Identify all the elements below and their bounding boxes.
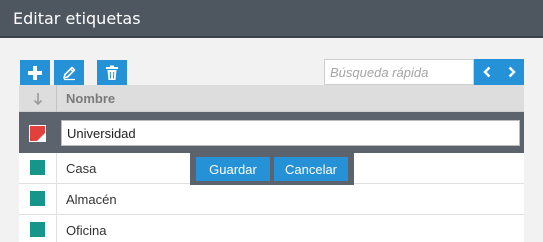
row-edit-actions: Guardar Cancelar — [190, 153, 354, 185]
pencil-icon — [63, 66, 76, 80]
table-row[interactable]: Oficina — [19, 215, 524, 242]
tag-label: Casa — [66, 161, 97, 176]
prev-page-button[interactable] — [474, 59, 499, 85]
cancel-button[interactable]: Cancelar — [274, 157, 348, 181]
tag-name-input[interactable] — [61, 120, 520, 146]
tag-color-swatch — [30, 222, 45, 237]
table-header: Nombre — [19, 85, 524, 112]
edit-button[interactable] — [54, 60, 84, 85]
sort-column-header[interactable] — [19, 85, 57, 112]
color-picker-swatch[interactable] — [29, 125, 46, 142]
tag-label: Almacén — [66, 192, 117, 207]
editing-row — [19, 112, 524, 153]
column-header-nombre[interactable]: Nombre — [66, 91, 115, 106]
plus-icon — [28, 65, 42, 80]
chevron-left-icon — [482, 66, 490, 78]
tag-color-swatch — [30, 191, 45, 206]
table-row[interactable]: Almacén — [19, 184, 524, 215]
quick-search-input[interactable]: Búsqueda rápida — [324, 59, 474, 85]
pager — [474, 59, 524, 85]
dialog-title: Editar etiquetas — [13, 9, 141, 28]
save-button[interactable]: Guardar — [196, 157, 270, 181]
trash-icon — [106, 65, 118, 80]
chevron-right-icon — [508, 66, 516, 78]
tag-color-swatch — [30, 160, 45, 175]
arrow-down-icon — [33, 92, 42, 105]
next-page-button[interactable] — [499, 59, 524, 85]
add-button[interactable] — [20, 60, 50, 85]
tag-label: Oficina — [66, 223, 107, 238]
search-placeholder: Búsqueda rápida — [330, 65, 429, 80]
delete-button[interactable] — [97, 60, 127, 85]
dialog-titlebar: Editar etiquetas — [0, 0, 543, 38]
